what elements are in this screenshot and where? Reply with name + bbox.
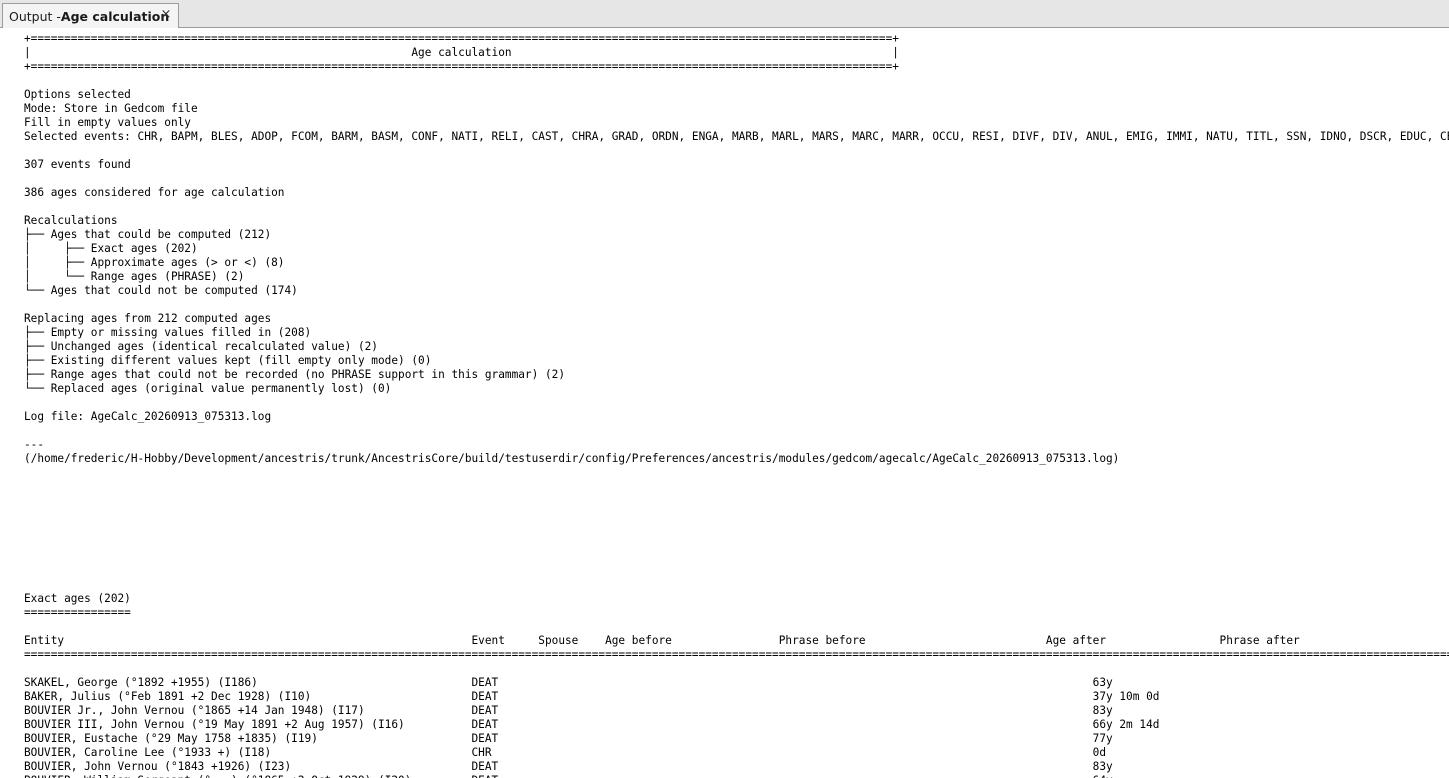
output-line: ├── Empty or missing values filled in (2… <box>24 326 312 339</box>
output-line: │ └── Range ages (PHRASE) (2) <box>24 270 245 283</box>
output-line: (/home/frederic/H-Hobby/Development/ance… <box>24 452 1120 465</box>
output-line: Recalculations <box>24 214 118 227</box>
output-line: BOUVIER, John Vernou (°1843 +1926) (I23)… <box>24 760 1113 773</box>
tab-title: Age calculation <box>60 8 170 24</box>
output-line: Mode: Store in Gedcom file <box>24 102 198 115</box>
output-line: BOUVIER, Eustache (°29 May 1758 +1835) (… <box>24 732 1113 745</box>
output-line: ========================================… <box>24 648 1449 661</box>
tab-age-calculation[interactable]: Output - Age calculation × <box>2 3 179 28</box>
output-line: | Age calculation | <box>24 46 899 59</box>
output-line: BOUVIER, Caroline Lee (°1933 +) (I18) CH… <box>24 746 1106 759</box>
output-text-area[interactable]: +=======================================… <box>24 32 1449 778</box>
close-icon[interactable]: × <box>159 8 173 22</box>
output-line: +=======================================… <box>24 60 899 73</box>
output-line: ├── Existing different values kept (fill… <box>24 354 432 367</box>
output-line: --- <box>24 438 45 451</box>
output-line: Selected events: CHR, BAPM, BLES, ADOP, … <box>24 130 1449 143</box>
output-line: Options selected <box>24 88 131 101</box>
output-line: Log file: AgeCalc_20260913_075313.log <box>24 410 272 423</box>
output-tab-bar: Output - Age calculation × <box>0 0 1449 28</box>
output-line: Fill in empty values only <box>24 116 191 129</box>
output-line: BOUVIER III, John Vernou (°19 May 1891 +… <box>24 718 1160 731</box>
output-line: ├── Unchanged ages (identical recalculat… <box>24 340 378 353</box>
output-line: ├── Ages that could be computed (212) <box>24 228 272 241</box>
output-line: +=======================================… <box>24 32 899 45</box>
output-line: └── Ages that could not be computed (174… <box>24 284 298 297</box>
output-line: ├── Range ages that could not be recorde… <box>24 368 565 381</box>
output-line: BOUVIER, William Sergeant (°...) (°1865 … <box>24 774 1449 778</box>
output-line: SKAKEL, George (°1892 +1955) (I186) DEAT… <box>24 676 1113 689</box>
output-line: └── Replaced ages (original value perman… <box>24 382 392 395</box>
output-line: │ ├── Approximate ages (> or <) (8) <box>24 256 285 269</box>
output-line: │ ├── Exact ages (202) <box>24 242 198 255</box>
output-line: BOUVIER Jr., John Vernou (°1865 +14 Jan … <box>24 704 1113 717</box>
output-line: Entity Event Spouse Age before Phrase be… <box>24 634 1300 647</box>
output-line: 307 events found <box>24 158 131 171</box>
output-line: Exact ages (202) <box>24 592 131 605</box>
output-line: Replacing ages from 212 computed ages <box>24 312 272 325</box>
output-line: BAKER, Julius (°Feb 1891 +2 Dec 1928) (I… <box>24 690 1160 703</box>
output-line: ================ <box>24 606 131 619</box>
tab-title-prefix: Output - <box>9 8 61 24</box>
output-line: 386 ages considered for age calculation <box>24 186 285 199</box>
